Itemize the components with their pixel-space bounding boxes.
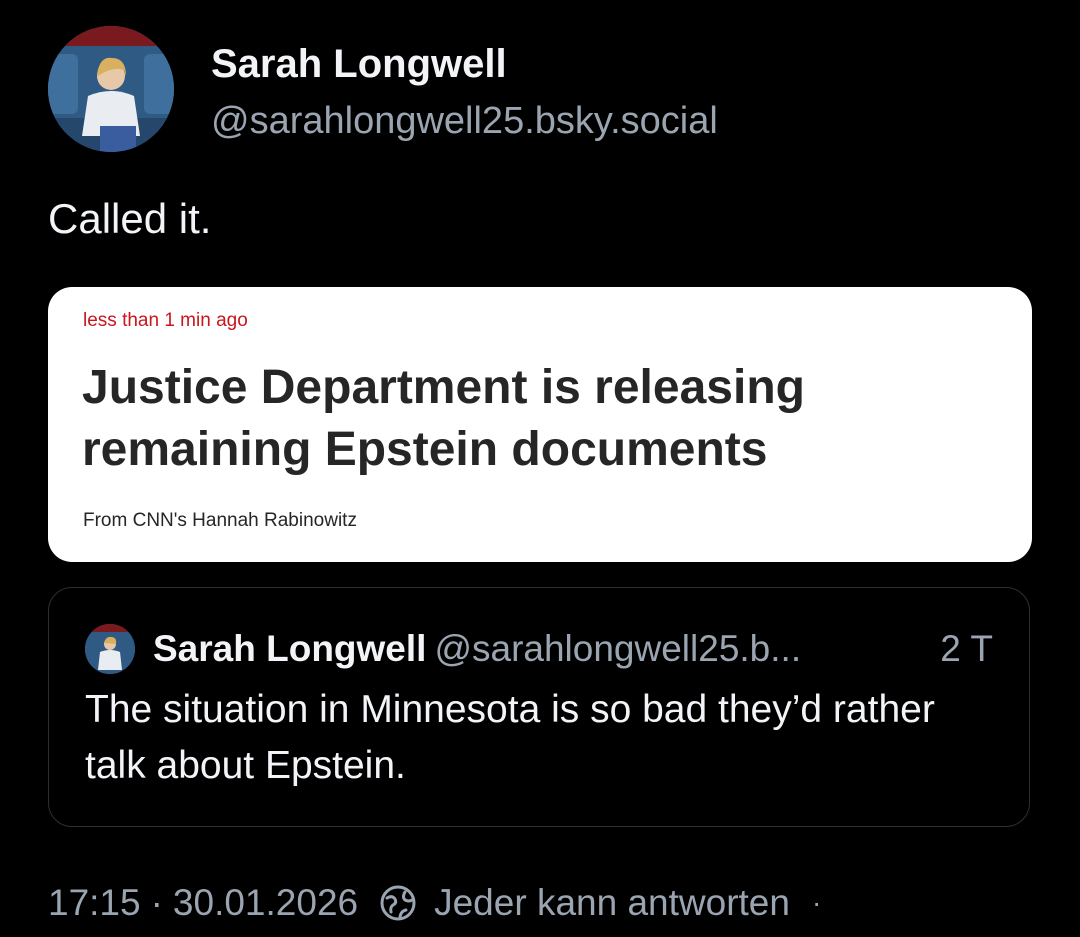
post-time: 17:15 xyxy=(48,882,141,923)
post-detail: Sarah Longwell @sarahlongwell25.bsky.soc… xyxy=(0,0,1080,937)
quoted-post-text: The situation in Minnesota is so bad the… xyxy=(85,688,935,787)
meta-separator: · xyxy=(150,882,163,923)
globe-icon[interactable] xyxy=(378,883,418,923)
meta-trailing-dot: · xyxy=(811,887,822,918)
quoted-post[interactable]: Sarah Longwell @sarahlongwell25.b... 2 T … xyxy=(48,587,1030,827)
author-display-name[interactable]: Sarah Longwell xyxy=(211,40,507,88)
embed-headline: Justice Department is releasing remainin… xyxy=(82,361,805,476)
quoted-post-age: 2 T xyxy=(940,628,993,669)
post-date: 30.01.2026 xyxy=(172,882,359,923)
embed-byline: From CNN's Hannah Rabinowitz xyxy=(83,510,357,531)
author-handle[interactable]: @sarahlongwell25.bsky.social xyxy=(211,98,718,144)
embed-timestamp: less than 1 min ago xyxy=(83,310,248,331)
embedded-image[interactable]: less than 1 min ago Justice Department i… xyxy=(48,287,1032,562)
post-text: Called it. xyxy=(48,195,212,242)
reply-setting-link[interactable]: Jeder kann antworten xyxy=(434,880,790,926)
quoted-author-avatar xyxy=(85,624,135,674)
post-meta: 17:15 · 30.01.2026 Jeder kann antworten … xyxy=(48,880,821,926)
quoted-author-handle: @sarahlongwell25.b... xyxy=(434,628,802,669)
quoted-author-name: Sarah Longwell xyxy=(153,628,427,669)
quoted-post-header: Sarah Longwell @sarahlongwell25.b... xyxy=(153,626,801,672)
author-avatar[interactable] xyxy=(48,26,174,152)
